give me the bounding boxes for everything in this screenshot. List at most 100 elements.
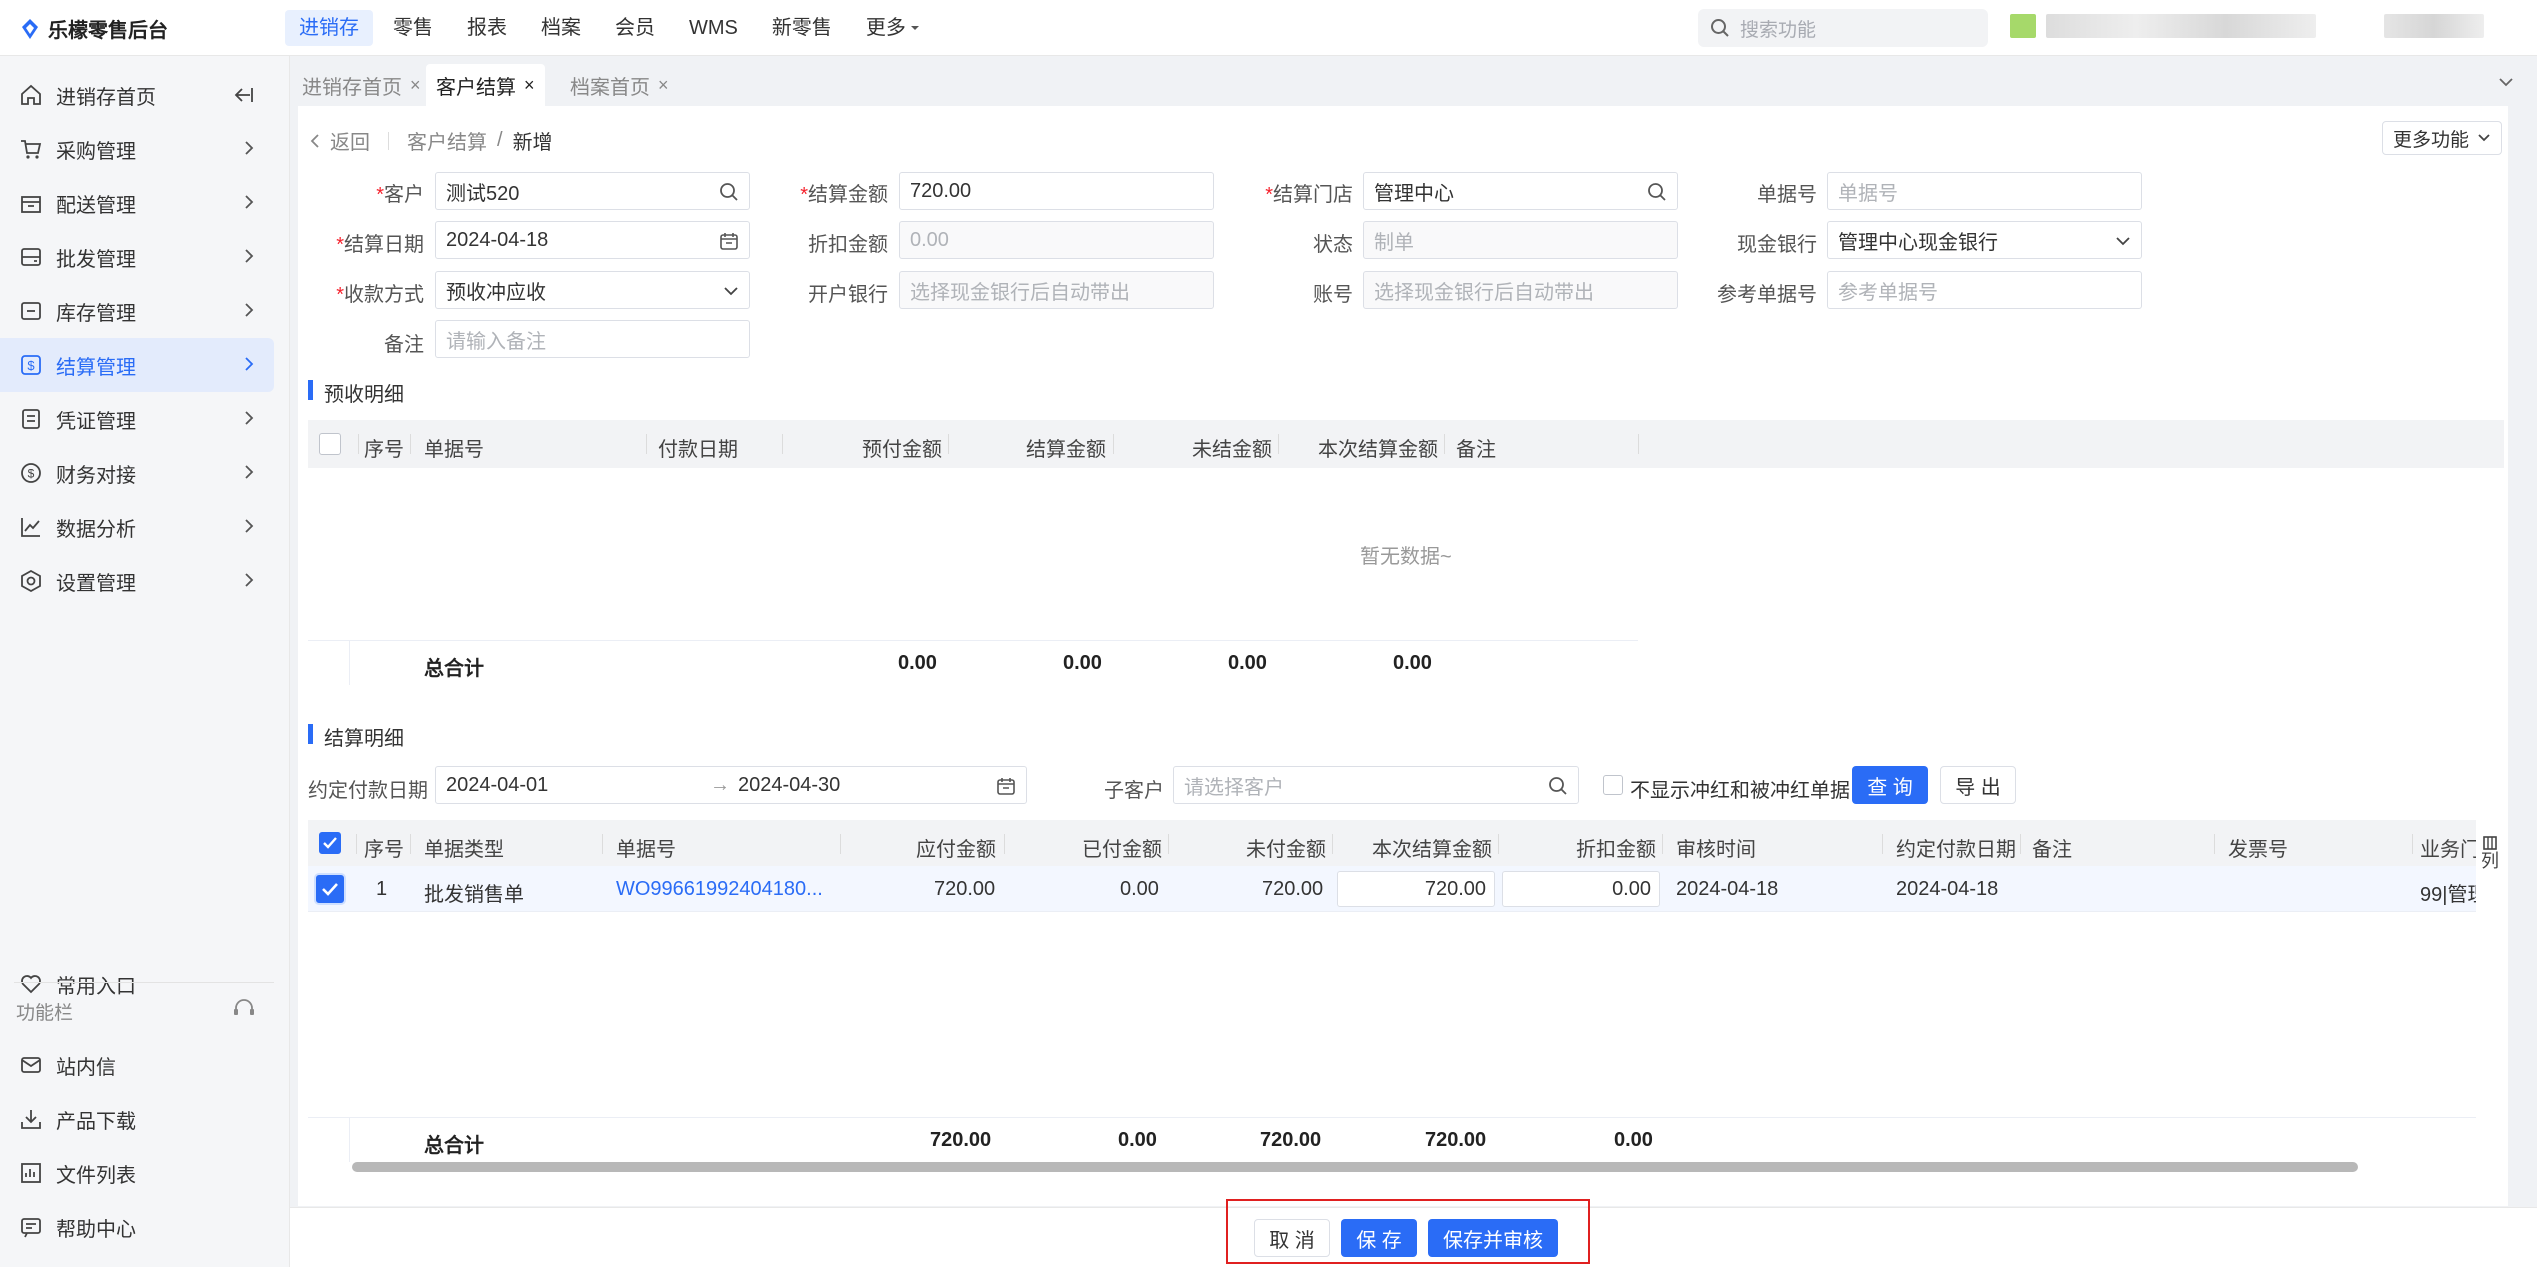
- chevron-right-icon: [245, 573, 254, 587]
- col-prepaid: 预付金额: [862, 439, 942, 461]
- back-link[interactable]: 返回: [330, 126, 370, 155]
- hide-red-checkbox[interactable]: [1603, 775, 1623, 795]
- sidebar-item-label: 进销存首页: [56, 86, 156, 109]
- chevron-down-icon: [724, 287, 738, 296]
- row-seq: 1: [376, 878, 388, 900]
- sidebar-item-voucher[interactable]: 凭证管理: [0, 392, 274, 446]
- date-to-value: 2024-04-30: [738, 773, 841, 796]
- date-range-picker[interactable]: 2024-04-01 → 2024-04-30: [435, 766, 1027, 804]
- topnav-retail[interactable]: 零售: [379, 10, 447, 46]
- sidebar-item-finance[interactable]: $ 财务对接: [0, 446, 274, 500]
- topnav-new-retail[interactable]: 新零售: [758, 10, 846, 46]
- sidebar-item-file-list[interactable]: 文件列表: [0, 1146, 274, 1200]
- open-bank-placeholder: 选择现金银行后自动带出: [910, 281, 1130, 304]
- doc-no-input[interactable]: 单据号: [1827, 172, 2142, 210]
- column-divider: [2020, 834, 2021, 854]
- sidebar-item-purchase[interactable]: 采购管理: [0, 122, 274, 176]
- sidebar-item-inventory-home[interactable]: 进销存首页: [0, 68, 274, 122]
- amount-label: *结算金额: [800, 184, 888, 206]
- tab-customer-settlement[interactable]: 客户结算 ×: [426, 64, 545, 106]
- col-doc-type: 单据类型: [424, 839, 504, 861]
- total-unpaid: 720.00: [1260, 1129, 1322, 1151]
- column-divider: [1498, 834, 1499, 854]
- discount-amount-input[interactable]: 0.00: [1502, 871, 1660, 907]
- app-logo[interactable]: 乐檬零售后台: [20, 14, 168, 43]
- ref-no-placeholder: 参考单据号: [1838, 281, 1938, 304]
- topnav-archive[interactable]: 档案: [527, 10, 595, 46]
- save-button[interactable]: 保 存: [1341, 1219, 1417, 1257]
- pay-method-select[interactable]: 预收冲应收: [435, 271, 750, 309]
- remark-input[interactable]: 请输入备注: [435, 320, 750, 358]
- lemon-logo-icon: [22, 18, 38, 39]
- settle-table-header: 序号 单据类型 单据号 应付金额 已付金额 未付金额 本次结算金额 折扣金额 审…: [308, 820, 2476, 866]
- sidebar-item-messages[interactable]: 站内信: [0, 1038, 274, 1092]
- sidebar-item-label: 数据分析: [56, 518, 136, 541]
- row-checkbox[interactable]: [316, 875, 344, 903]
- user-menu-blurred[interactable]: [2384, 14, 2484, 38]
- close-icon[interactable]: ×: [410, 75, 421, 96]
- topnav-member[interactable]: 会员: [601, 10, 669, 46]
- global-search[interactable]: 搜索功能: [1698, 9, 1988, 47]
- sub-customer-input[interactable]: 请选择客户: [1173, 766, 1579, 804]
- sidebar-item-settlement[interactable]: $ 结算管理: [0, 338, 274, 392]
- breadcrumb-sep: /: [497, 129, 503, 151]
- more-functions-dropdown[interactable]: 更多功能: [2382, 121, 2502, 155]
- save-and-audit-button[interactable]: 保存并审核: [1428, 1219, 1558, 1257]
- column-divider: [1638, 434, 1639, 454]
- topnav-inventory[interactable]: 进销存: [285, 10, 373, 46]
- search-icon[interactable]: [1647, 182, 1667, 202]
- collapse-sidebar-icon[interactable]: [234, 86, 254, 104]
- topnav-wms[interactable]: WMS: [675, 10, 752, 46]
- breadcrumb-parent[interactable]: 客户结算: [407, 126, 487, 155]
- cash-bank-value: 管理中心现金银行: [1838, 231, 1998, 254]
- sidebar-item-download[interactable]: 产品下载: [0, 1092, 274, 1146]
- close-icon[interactable]: ×: [658, 75, 669, 96]
- store-field[interactable]: 管理中心: [1363, 172, 1678, 210]
- ref-no-input[interactable]: 参考单据号: [1827, 271, 2142, 309]
- sidebar-item-help[interactable]: 帮助中心: [0, 1200, 274, 1254]
- cash-bank-select[interactable]: 管理中心现金银行: [1827, 221, 2142, 259]
- search-icon: [1711, 19, 1729, 37]
- query-button[interactable]: 查 询: [1852, 766, 1928, 804]
- customer-field[interactable]: 测试520: [435, 172, 750, 210]
- export-button[interactable]: 导 出: [1940, 766, 2016, 804]
- search-icon[interactable]: [719, 182, 739, 202]
- tabs-dropdown-icon[interactable]: [2498, 77, 2514, 87]
- table-row[interactable]: 1 批发销售单 WO99661992404180... 720.00 0.00 …: [308, 866, 2476, 912]
- column-divider: [948, 434, 949, 454]
- total-checkbox-cell: [308, 641, 350, 685]
- search-placeholder: 搜索功能: [1740, 19, 1817, 41]
- sidebar-item-stock[interactable]: 库存管理: [0, 284, 274, 338]
- search-icon[interactable]: [1548, 776, 1568, 796]
- label-text: 状态: [1313, 234, 1353, 256]
- select-all-checkbox[interactable]: [319, 433, 341, 455]
- close-icon[interactable]: ×: [524, 75, 535, 96]
- chevron-left-icon[interactable]: [310, 133, 320, 149]
- select-all-checkbox[interactable]: [319, 832, 341, 854]
- row-paid: 0.00: [1120, 878, 1159, 900]
- date-picker[interactable]: 2024-04-18: [435, 221, 750, 259]
- total-prepaid: 0.00: [898, 652, 937, 674]
- sidebar: 进销存首页 采购管理 配送管理 批发管理 库存管理 $ 结算管理 凭证管理 $ …: [0, 56, 290, 1267]
- cancel-button[interactable]: 取 消: [1254, 1219, 1330, 1257]
- tab-label: 档案首页: [570, 76, 650, 99]
- topnav-more[interactable]: 更多: [852, 10, 934, 46]
- sidebar-item-wholesale[interactable]: 批发管理: [0, 230, 274, 284]
- sidebar-item-distribution[interactable]: 配送管理: [0, 176, 274, 230]
- topnav-reports[interactable]: 报表: [453, 10, 521, 46]
- sidebar-item-label: 凭证管理: [56, 410, 136, 433]
- user-avatar[interactable]: [2010, 14, 2036, 38]
- sidebar-item-settings[interactable]: 设置管理: [0, 554, 274, 608]
- this-time-amount-input[interactable]: 720.00: [1337, 871, 1495, 907]
- amount-field[interactable]: 720.00: [899, 172, 1214, 210]
- horizontal-scrollbar[interactable]: [352, 1162, 2358, 1172]
- row-doc-no-link[interactable]: WO99661992404180...: [616, 878, 823, 901]
- tab-inventory-home[interactable]: 进销存首页 ×: [292, 64, 431, 106]
- column-settings[interactable]: 列: [2478, 836, 2502, 872]
- status-placeholder: 制单: [1374, 231, 1414, 254]
- topnav-label: 进销存: [299, 17, 359, 39]
- headset-icon[interactable]: [232, 997, 256, 1019]
- sidebar-item-analytics[interactable]: 数据分析: [0, 500, 274, 554]
- tab-archive-home[interactable]: 档案首页 ×: [560, 64, 679, 106]
- caret-down-icon: [910, 26, 919, 30]
